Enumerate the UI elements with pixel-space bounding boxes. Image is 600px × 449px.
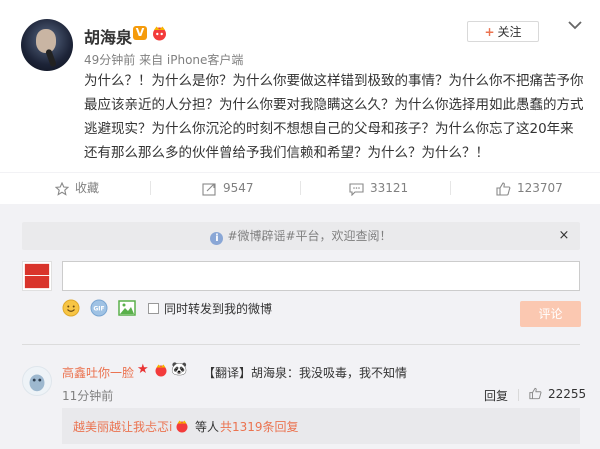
image-icon[interactable]: [118, 299, 136, 317]
comment-like-count: 22255: [548, 387, 587, 401]
like-count: 123707: [517, 181, 563, 195]
comment-time: 11分钟前: [62, 389, 114, 403]
vip-crown-icon: [176, 420, 188, 433]
comment-button[interactable]: 33121: [349, 173, 408, 203]
vip-crown-icon[interactable]: [154, 363, 168, 377]
rumor-notice[interactable]: i #微博辟谣#平台，欢迎查阅！ ×: [22, 222, 580, 250]
sub-replies-box[interactable]: 越美丽越让我忐忑i 等人 共1319条回复: [62, 408, 580, 444]
follow-label: 关注: [497, 25, 522, 39]
favorite-label: 收藏: [75, 181, 100, 195]
close-icon[interactable]: ×: [557, 229, 571, 243]
panda-icon[interactable]: 🐼: [171, 362, 187, 377]
separator: [518, 389, 519, 401]
gif-icon[interactable]: GIF: [90, 299, 108, 317]
sub-reply-etc: 等人: [195, 420, 220, 434]
sub-reply-user[interactable]: 越美丽越让我忐忑i: [73, 418, 172, 435]
comment-input[interactable]: [62, 261, 580, 291]
favorite-button[interactable]: 收藏: [54, 173, 100, 203]
repost-icon: [202, 182, 216, 196]
repost-count: 9547: [223, 181, 254, 195]
follow-button[interactable]: + 关注: [467, 21, 539, 42]
reply-button[interactable]: 回复: [484, 387, 508, 404]
comment-author[interactable]: 高鑫吐你一脸: [62, 364, 134, 381]
post-meta: 49分钟前 来自 iPhone客户端: [84, 53, 244, 67]
post-text: 为什么？！为什么是你？为什么你要做这样错到极致的事情？为什么你不把痛苦予你最应该…: [84, 73, 584, 161]
verified-icon[interactable]: V: [133, 26, 147, 40]
emoji-icon[interactable]: [62, 299, 80, 317]
plus-icon: +: [484, 25, 495, 39]
my-avatar[interactable]: [22, 261, 52, 291]
forward-label[interactable]: 同时转发到我的微博: [164, 300, 272, 317]
star-icon[interactable]: ★: [137, 362, 149, 377]
star-outline-icon: [54, 181, 70, 196]
vip-crown-icon[interactable]: [151, 25, 168, 41]
submit-comment-button[interactable]: 评论: [520, 301, 581, 327]
chevron-down-icon[interactable]: [566, 18, 584, 32]
action-bar: 收藏 9547 33121 123707: [0, 172, 600, 203]
notice-text: #微博辟谣#平台，欢迎查阅！: [227, 229, 392, 243]
author-name[interactable]: 胡海泉: [84, 24, 132, 48]
repost-button[interactable]: 9547: [202, 173, 254, 203]
like-button[interactable]: 123707: [496, 173, 563, 203]
thumbs-up-icon: [496, 181, 511, 196]
info-icon: i: [210, 232, 224, 245]
comment-count: 33121: [370, 181, 409, 195]
comment-text: 【翻译】胡海泉：我没吸毒，我不知情: [203, 366, 408, 380]
thumbs-up-icon[interactable]: [529, 387, 542, 400]
commenter-avatar[interactable]: [22, 366, 52, 396]
divider: [22, 344, 580, 345]
sub-reply-count-link[interactable]: 共1319条回复: [220, 418, 299, 435]
forward-checkbox[interactable]: [148, 303, 159, 314]
svg-text:GIF: GIF: [93, 306, 104, 313]
comment-icon: [349, 182, 364, 196]
author-avatar[interactable]: [21, 19, 73, 71]
